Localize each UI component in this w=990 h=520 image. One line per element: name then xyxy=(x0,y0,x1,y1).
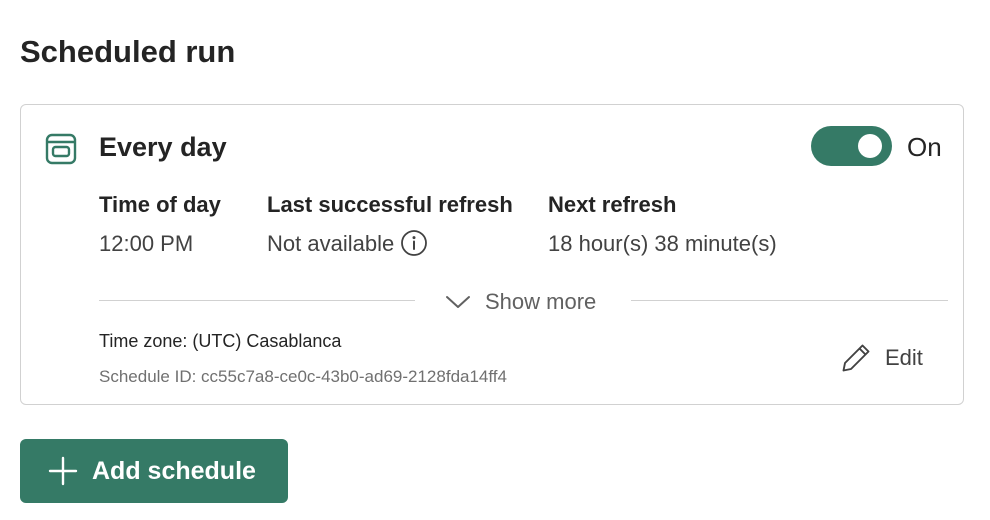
show-more-button[interactable]: Show more xyxy=(445,287,596,317)
timezone-text: Time zone: (UTC) Casablanca xyxy=(99,331,342,351)
pencil-icon xyxy=(842,344,870,372)
last-refresh-value: Not available xyxy=(267,231,395,256)
plus-icon xyxy=(48,456,78,486)
last-refresh-header: Last successful refresh xyxy=(267,192,513,217)
schedule-toggle[interactable] xyxy=(811,126,892,166)
schedule-card: Every day On Time of day 12:00 PM Last s… xyxy=(20,104,964,405)
info-icon[interactable] xyxy=(400,229,428,257)
calendar-icon xyxy=(45,133,77,165)
page-title: Scheduled run xyxy=(20,34,236,69)
toggle-state-label: On xyxy=(907,132,942,162)
schedule-name: Every day xyxy=(99,132,227,162)
divider-right xyxy=(631,300,948,301)
chevron-down-icon xyxy=(446,296,470,308)
last-refresh-cell: Not available xyxy=(267,229,428,259)
add-schedule-button[interactable]: Add schedule xyxy=(20,439,288,503)
add-schedule-label: Add schedule xyxy=(92,456,256,485)
next-refresh-value: 18 hour(s) 38 minute(s) xyxy=(548,231,777,256)
time-of-day-value: 12:00 PM xyxy=(99,231,194,256)
edit-label: Edit xyxy=(885,345,923,370)
toggle-knob xyxy=(858,134,882,158)
show-more-label: Show more xyxy=(485,289,597,314)
divider-left xyxy=(99,300,415,301)
time-of-day-header: Time of day xyxy=(99,192,221,217)
schedule-id-text: Schedule ID: cc55c7a8-ce0c-43b0-ad69-212… xyxy=(99,367,507,386)
scheduled-run-page: Scheduled run Every day On Time of day 1… xyxy=(0,0,990,520)
next-refresh-header: Next refresh xyxy=(548,192,677,217)
edit-button[interactable]: Edit xyxy=(839,341,923,375)
